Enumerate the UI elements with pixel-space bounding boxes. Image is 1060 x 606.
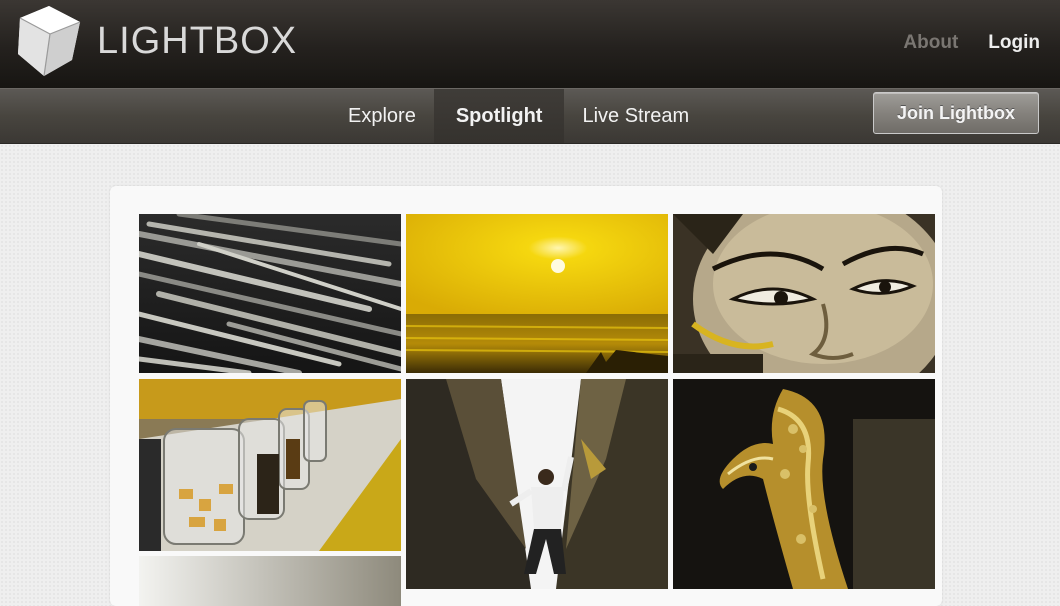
gallery-photo-asparagus[interactable] xyxy=(139,214,401,373)
join-lightbox-button[interactable]: Join Lightbox xyxy=(873,92,1039,134)
tab-live-stream[interactable]: Live Stream xyxy=(564,89,707,143)
gallery-photo-jars[interactable] xyxy=(139,379,401,551)
brand-wordmark[interactable]: LIGHTBOX xyxy=(97,20,297,63)
lightbox-cube-icon[interactable] xyxy=(14,4,84,78)
tab-explore[interactable]: Explore xyxy=(330,89,434,143)
gallery-photo-dragon[interactable] xyxy=(673,379,935,589)
top-links: About Login xyxy=(903,32,1040,54)
gallery-photo-buddha[interactable] xyxy=(673,214,935,373)
gallery-photo-sunset[interactable] xyxy=(406,214,668,373)
gallery-photo-canyon-man[interactable] xyxy=(406,379,668,589)
login-link[interactable]: Login xyxy=(988,32,1040,54)
spotlight-gallery xyxy=(110,186,942,606)
tab-spotlight[interactable]: Spotlight xyxy=(433,89,565,143)
nav-tabs: Explore Spotlight Live Stream xyxy=(330,89,707,143)
about-link[interactable]: About xyxy=(903,32,958,54)
top-header: LIGHTBOX About Login xyxy=(0,0,1060,88)
gallery-photo-partial[interactable] xyxy=(139,556,401,606)
main-nav: Explore Spotlight Live Stream Join Light… xyxy=(0,88,1060,143)
